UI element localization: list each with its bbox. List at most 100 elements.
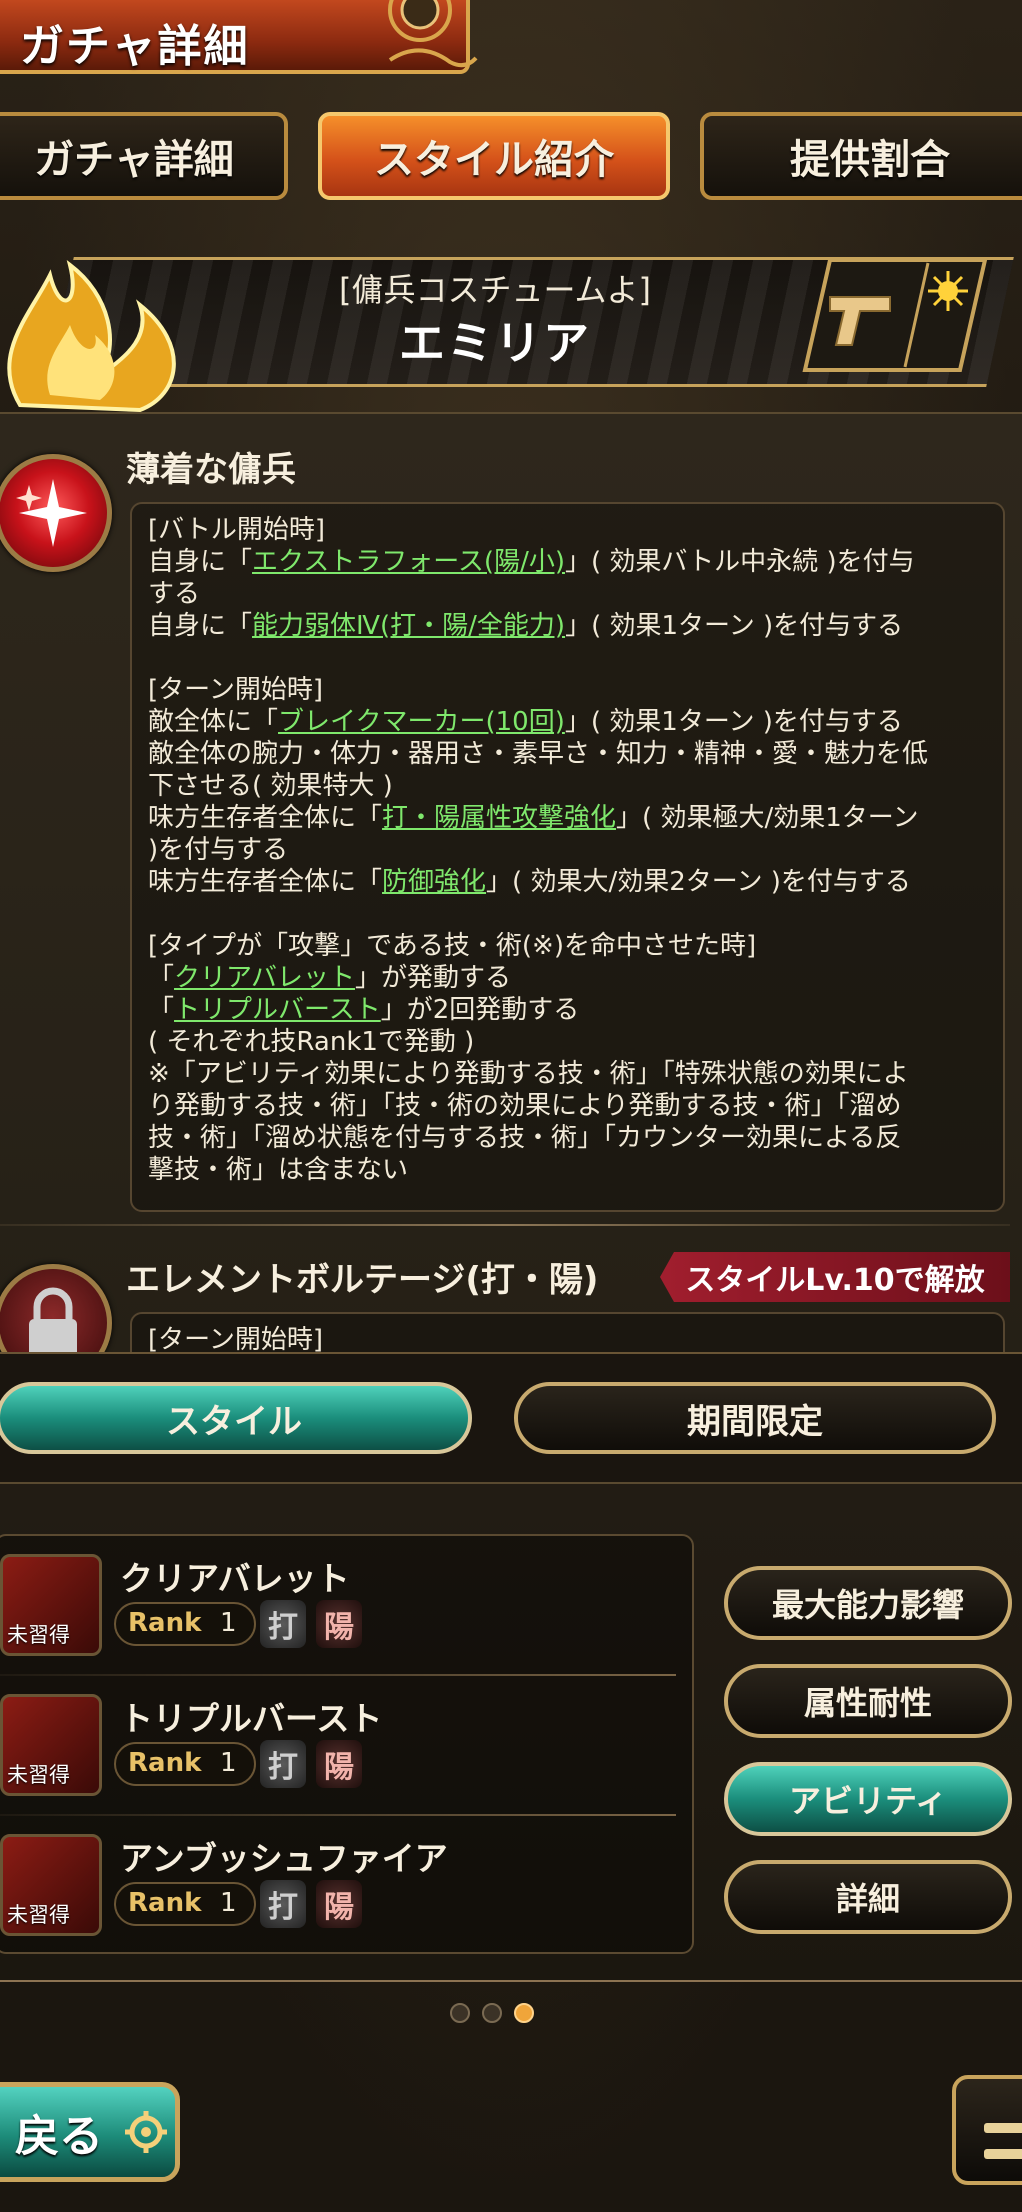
ability-button[interactable]: アビリティ: [724, 1762, 1012, 1836]
ability-panel[interactable]: 薄着な傭兵 [バトル開始時] 自身に「エクストラフォース(陽/小)」( 効果バトル…: [0, 412, 1022, 1352]
desc-text: 敵全体の腕力・体力・器用さ・素早さ・知力・精神・愛・魅力を低: [148, 739, 929, 769]
character-banner: [傭兵コスチュームよ] エミリア: [0, 245, 1022, 413]
lock-icon: [0, 1264, 112, 1352]
back-label: 戻る: [15, 2111, 103, 2162]
tab-gacha-detail[interactable]: ガチャ詳細: [0, 112, 288, 200]
strike-attribute-icon: 打: [260, 1740, 306, 1788]
tab-style-intro[interactable]: スタイル紹介: [318, 112, 670, 200]
effect-link[interactable]: トリプルバースト: [174, 995, 381, 1025]
skill-status: 未習得: [7, 1903, 70, 1927]
tab-rates[interactable]: 提供割合: [700, 112, 1022, 200]
button-label: アビリティ: [788, 1782, 948, 1820]
tab-label: スタイル紹介: [374, 137, 614, 183]
button-label: 属性耐性: [803, 1684, 932, 1722]
desc-text: り発動する技・術」「技・術の効果により発動する技・術」「溜め: [148, 1091, 902, 1121]
desc-gap: [148, 642, 987, 674]
desc-line: 撃技・術」は含まない: [148, 1154, 987, 1186]
ability-title: 薄着な傭兵: [126, 450, 296, 490]
sparkle-icon: [0, 454, 112, 572]
desc-line: 敵全体に「ブレイクマーカー(10回)」( 効果1ターン )を付与する: [148, 706, 987, 738]
rank-value: 1: [220, 1888, 237, 1918]
desc-text: 撃技・術」は含まない: [148, 1155, 409, 1185]
button-label: 期間限定: [687, 1401, 823, 1442]
desc-line: 味方生存者全体に「防御強化」( 効果大/効果2ターン )を付与する: [148, 866, 987, 898]
desc-text: する: [148, 579, 201, 609]
effect-link[interactable]: 打・陽属性攻撃強化: [382, 803, 616, 833]
desc-text: ( それぞれ技Rank1で発動 ): [148, 1027, 475, 1057]
desc-text: 自身に「: [148, 547, 253, 577]
desc-text: ※「アビリティ効果により発動する技・術」「特殊状態の効果によ: [148, 1059, 909, 1089]
desc-text: 味方生存者全体に「: [148, 803, 383, 833]
unlock-badge: スタイルLv.10で解放: [660, 1252, 1010, 1302]
weapon-frame: [802, 258, 988, 372]
ability-description: [バトル開始時] 自身に「エクストラフォース(陽/小)」( 効果バトル中永続 )を…: [130, 502, 1005, 1212]
effect-link[interactable]: ブレイクマーカー(10回): [278, 707, 565, 737]
menu-button[interactable]: [952, 2075, 1022, 2185]
effect-link[interactable]: クリアバレット: [174, 963, 355, 993]
rank-value: 1: [220, 1748, 237, 1778]
desc-line: ※「アビリティ効果により発動する技・術」「特殊状態の効果によ: [148, 1058, 987, 1090]
skill-row[interactable]: 未習得 アンブッシュファイア Rank 1 打 陽: [0, 1816, 696, 1956]
detail-button[interactable]: 詳細: [724, 1860, 1012, 1934]
back-button[interactable]: 戻る: [0, 2082, 180, 2182]
desc-line: り発動する技・術」「技・術の効果により発動する技・術」「溜め: [148, 1090, 987, 1122]
desc-text: [タイプが「攻撃」である技・術(※)を命中させた時]: [148, 931, 757, 961]
ability-title: エレメントボルテージ(打・陽): [126, 1260, 599, 1300]
effect-link[interactable]: 防御強化: [382, 867, 486, 897]
compass-ornament-icon: [388, 0, 478, 68]
desc-text: 敵全体に「: [148, 707, 279, 737]
effect-link[interactable]: 能力弱体Ⅳ(打・陽/全能力): [252, 611, 565, 641]
attribute-resistance-button[interactable]: 属性耐性: [724, 1664, 1012, 1738]
skill-icon: 未習得: [0, 1694, 102, 1796]
menu-icon: [984, 2149, 1022, 2159]
yang-attribute-icon: 陽: [316, 1880, 362, 1928]
rank-label: Rank: [128, 1888, 202, 1918]
desc-line: [ターン開始時]: [148, 1325, 323, 1352]
gear-icon: [125, 2111, 167, 2153]
skill-status: 未習得: [7, 1623, 70, 1647]
tab-label: ガチャ詳細: [34, 137, 234, 183]
menu-icon: [984, 2123, 1022, 2133]
max-stat-impact-button[interactable]: 最大能力影響: [724, 1566, 1012, 1640]
unlock-label: スタイルLv.10で解放: [685, 1263, 985, 1298]
style-button[interactable]: スタイル: [0, 1382, 472, 1454]
button-label: スタイル: [166, 1401, 302, 1442]
strike-attribute-icon: 打: [260, 1600, 306, 1648]
rank-pill: Rank 1: [114, 1742, 256, 1786]
desc-text: 」が発動する: [354, 963, 511, 993]
desc-line: )を付与する: [148, 834, 987, 866]
yang-attribute-icon: 陽: [316, 1600, 362, 1648]
ability-description: [ターン開始時]: [130, 1312, 1005, 1352]
flame-emblem-icon: [7, 260, 176, 413]
desc-line: 味方生存者全体に「打・陽属性攻撃強化」( 効果極大/効果1ターン: [148, 802, 987, 834]
effect-link[interactable]: エクストラフォース(陽/小): [252, 547, 565, 577]
skill-icon: 未習得: [0, 1834, 102, 1936]
page-dot[interactable]: [450, 2003, 470, 2023]
desc-text: [バトル開始時]: [148, 515, 326, 545]
divider: [0, 1224, 1010, 1226]
desc-line: 自身に「能力弱体Ⅳ(打・陽/全能力)」( 効果1ターン )を付与する: [148, 610, 987, 642]
page-dot-active[interactable]: [514, 2003, 534, 2023]
rank-label: Rank: [128, 1608, 202, 1638]
desc-text: 」( 効果1ターン )を付与する: [565, 611, 904, 641]
limited-time-button[interactable]: 期間限定: [514, 1382, 996, 1454]
page-dot[interactable]: [482, 2003, 502, 2023]
character-subtitle: [傭兵コスチュームよ]: [338, 271, 651, 309]
rank-label: Rank: [128, 1748, 202, 1778]
tab-label: 提供割合: [790, 137, 950, 183]
yang-attribute-icon: 陽: [316, 1740, 362, 1788]
desc-text: 「: [148, 963, 175, 993]
skills-panel: 未習得 クリアバレット Rank 1 打 陽 未習得 トリプルバースト Rank…: [0, 1482, 1022, 1982]
desc-text: 下させる( 効果特大 ): [148, 771, 393, 801]
desc-line: 「トリプルバースト」が2回発動する: [148, 994, 987, 1026]
desc-text: 」が2回発動する: [380, 995, 580, 1025]
desc-line: 技・術」「溜め状態を付与する技・術」「カウンター効果による反: [148, 1122, 987, 1154]
desc-text: 」( 効果極大/効果1ターン: [616, 803, 919, 833]
skill-row[interactable]: 未習得 トリプルバースト Rank 1 打 陽: [0, 1676, 696, 1816]
rank-pill: Rank 1: [114, 1602, 256, 1646]
mode-bar: スタイル 期間限定: [0, 1352, 1022, 1482]
skill-row[interactable]: 未習得 クリアバレット Rank 1 打 陽: [0, 1536, 696, 1676]
page-title: ガチャ詳細: [20, 21, 250, 72]
desc-line: [タイプが「攻撃」である技・術(※)を命中させた時]: [148, 930, 987, 962]
skill-list[interactable]: 未習得 クリアバレット Rank 1 打 陽 未習得 トリプルバースト Rank…: [0, 1534, 694, 1954]
